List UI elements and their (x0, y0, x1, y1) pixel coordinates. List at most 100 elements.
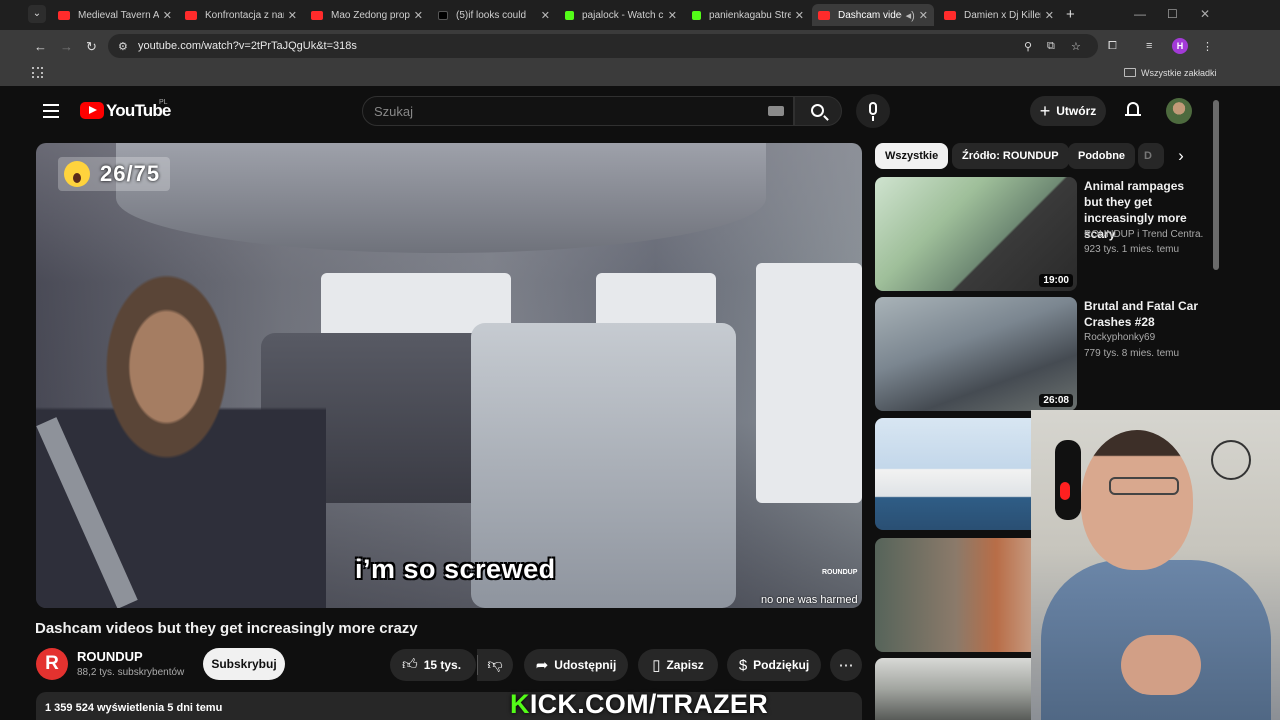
subscriber-count: 88,2 tys. subskrybentów (77, 667, 185, 678)
chip-related[interactable]: Podobne (1068, 143, 1136, 169)
apps-grid-icon[interactable] (32, 67, 43, 78)
recommended-channel[interactable]: ROUNDUP i Trend Centra... (1084, 229, 1204, 240)
browser-tab[interactable]: Medieval Tavern Ar ✕ (52, 4, 178, 26)
chip-source[interactable]: Źródło: ROUNDUP (952, 143, 1069, 169)
webcam-headset-light (1060, 482, 1070, 500)
zoom-icon[interactable]: ⚲ (1024, 40, 1032, 53)
kick-icon (565, 10, 574, 20)
video-frame-driver (36, 273, 326, 608)
forward-arrow-icon[interactable]: → (60, 39, 73, 54)
media-control-icon[interactable]: ≡ (1146, 40, 1152, 52)
recommended-meta: 923 tys. 1 mies. temu (1084, 244, 1180, 255)
search-input[interactable] (374, 97, 754, 125)
scared-face-icon (64, 161, 90, 187)
chip-more[interactable]: D (1138, 143, 1164, 169)
channel-avatar[interactable]: R (36, 648, 68, 680)
extensions-icon[interactable]: ⧠ (1108, 40, 1117, 53)
share-button[interactable]: ➦ Udostępnij (524, 649, 628, 681)
video-corner-note: no one was harmed (761, 594, 858, 606)
recommended-channel[interactable]: Rockyphonky69 (1084, 332, 1204, 343)
tab-search-icon[interactable]: ⌄ (28, 5, 46, 23)
webcam-lamp (1211, 440, 1251, 480)
video-title: Dashcam videos but they get increasingly… (35, 620, 418, 637)
chevron-right-icon[interactable]: › (1168, 143, 1194, 169)
close-icon[interactable]: ✕ (668, 9, 677, 22)
maximize-icon[interactable]: ☐ (1167, 7, 1178, 21)
webcam-hands (1121, 635, 1201, 695)
recommended-title[interactable]: Brutal and Fatal Car Crashes #28 (1084, 298, 1204, 330)
subscribe-button[interactable]: Subskrybuj (203, 648, 285, 680)
webcam-glasses (1109, 477, 1179, 495)
back-arrow-icon[interactable]: ← (34, 39, 47, 54)
speaker-icon[interactable]: ◂) (906, 9, 915, 22)
bookmark-star-icon[interactable]: ☆ (1071, 40, 1081, 53)
video-frame-door-window (756, 263, 862, 503)
new-tab-icon[interactable]: + (1066, 6, 1075, 23)
voice-search-button[interactable] (856, 94, 890, 128)
youtube-icon (944, 10, 956, 20)
recommended-thumbnail[interactable]: 19:00 (875, 177, 1077, 291)
view-stats: 1 359 524 wyświetlenia 5 dni temu (45, 702, 223, 714)
channel-name[interactable]: ROUNDUP (77, 649, 143, 664)
browser-tab[interactable]: Damien x Dj Killer ✕ (938, 4, 1060, 26)
browser-tab[interactable]: pajalock - Watch cl ✕ (559, 4, 683, 26)
thanks-button[interactable]: $ Podziękuj (727, 649, 821, 681)
youtube-icon (58, 10, 70, 20)
browser-tab[interactable]: Mao Zedong prop ✕ (305, 4, 429, 26)
close-icon[interactable]: ✕ (919, 9, 928, 22)
like-divider (477, 655, 478, 675)
window-close-icon[interactable]: ✕ (1200, 7, 1210, 21)
thumbs-down-icon: 👎︎ (487, 656, 503, 673)
close-icon[interactable]: ✕ (163, 9, 172, 22)
webcam-headset (1055, 440, 1081, 520)
browser-profile-avatar[interactable]: H (1172, 38, 1188, 54)
recommended-thumbnail[interactable]: 26:08 (875, 297, 1077, 411)
bookmarks-bar (0, 62, 1280, 86)
youtube-logo-icon[interactable] (80, 102, 104, 119)
all-bookmarks-link[interactable]: Wszystkie zakładki (1141, 68, 1217, 78)
video-watermark: ROUNDUP (822, 569, 858, 576)
video-subtitle: i’m so screwed (355, 554, 556, 584)
video-player[interactable] (36, 143, 862, 608)
browser-tab-active[interactable]: Dashcam video ◂) ✕ (812, 4, 934, 26)
country-code: PL (159, 99, 168, 106)
browser-tab[interactable]: (5)if looks could ✕ (432, 4, 556, 26)
reload-icon[interactable]: ↻ (86, 39, 97, 55)
search-button[interactable] (794, 96, 842, 126)
browser-tab[interactable]: Konfrontacja z nar ✕ (179, 4, 303, 26)
browser-tab[interactable]: panienkagabu Stre ✕ (686, 4, 810, 26)
dislike-button[interactable]: 👎︎ (477, 649, 513, 681)
folder-icon (1124, 68, 1136, 77)
scrollbar-thumb[interactable] (1213, 100, 1219, 270)
create-button[interactable]: + Utwórz (1030, 96, 1106, 126)
plus-icon: + (1039, 101, 1051, 121)
close-icon[interactable]: ✕ (541, 9, 550, 22)
thanks-dollar-icon: $ (738, 656, 748, 674)
close-icon[interactable]: ✕ (288, 9, 297, 22)
close-icon[interactable]: ✕ (1045, 9, 1054, 22)
url-text[interactable]: youtube.com/watch?v=2tPrTaJQgUk&t=318s (138, 40, 357, 52)
close-icon[interactable]: ✕ (414, 9, 423, 22)
save-button[interactable]: ▯ Zapisz (638, 649, 718, 681)
hamburger-menu-icon[interactable] (43, 104, 59, 118)
minimize-icon[interactable]: — (1134, 7, 1146, 21)
install-app-icon[interactable]: ⧉ (1047, 40, 1055, 53)
thumbs-up-icon: 👍︎ (402, 656, 418, 673)
site-info-icon[interactable]: ⚙ (118, 40, 128, 53)
notifications-bell-icon[interactable] (1125, 101, 1141, 117)
chip-all[interactable]: Wszystkie (875, 143, 949, 169)
user-avatar[interactable] (1166, 98, 1192, 124)
kick-icon (692, 10, 701, 20)
video-frame-car-roof (116, 143, 766, 253)
streamer-webcam (1031, 410, 1280, 720)
youtube-icon (818, 10, 830, 20)
search-icon (811, 104, 824, 117)
browser-menu-icon[interactable]: ⋮ (1202, 40, 1213, 53)
close-icon[interactable]: ✕ (795, 9, 804, 22)
keyboard-icon[interactable] (768, 106, 784, 116)
like-button[interactable]: 👍︎ 15 tys. (390, 649, 476, 681)
more-actions-button[interactable]: ⋯ (830, 649, 862, 681)
microphone-icon (869, 102, 877, 115)
kick-channel-overlay: KICK.COM/TRAZER (510, 689, 768, 719)
video-counter-badge: 26/75 (58, 157, 171, 191)
